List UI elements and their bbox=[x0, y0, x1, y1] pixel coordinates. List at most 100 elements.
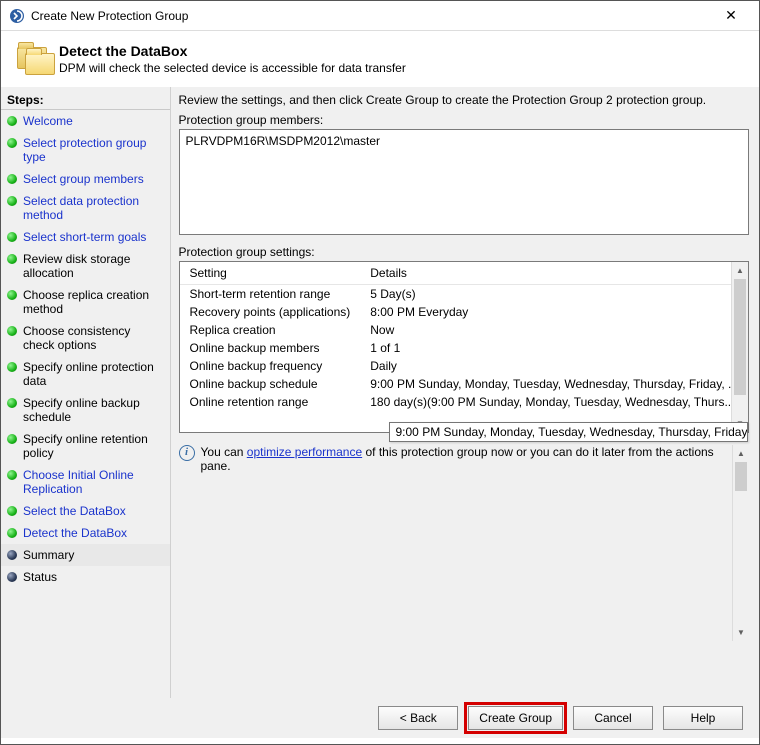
optimize-performance-link[interactable]: optimize performance bbox=[247, 445, 362, 459]
step-item: Status bbox=[1, 566, 170, 588]
steps-heading: Steps: bbox=[1, 91, 170, 110]
scroll-thumb[interactable] bbox=[735, 462, 747, 491]
setting-detail: 180 day(s)(9:00 PM Sunday, Monday, Tuesd… bbox=[360, 393, 748, 411]
step-item[interactable]: Detect the DataBox bbox=[1, 522, 170, 544]
header-subtitle: DPM will check the selected device is ac… bbox=[59, 61, 406, 75]
wizard-header: Detect the DataBox DPM will check the se… bbox=[1, 31, 759, 87]
step-bullet-icon bbox=[7, 326, 17, 336]
back-button[interactable]: < Back bbox=[378, 706, 458, 730]
step-item[interactable]: Select short-term goals bbox=[1, 226, 170, 248]
step-label[interactable]: Welcome bbox=[23, 114, 73, 128]
members-item[interactable]: PLRVDPM16R\MSDPM2012\master bbox=[186, 134, 743, 148]
step-label: Specify online retention policy bbox=[23, 432, 164, 460]
main-area: Steps: Welcome Select protection group ty… bbox=[1, 87, 759, 698]
step-item[interactable]: Select group members bbox=[1, 168, 170, 190]
setting-name: Online backup frequency bbox=[180, 357, 361, 375]
table-row[interactable]: Online backup schedule9:00 PM Sunday, Mo… bbox=[180, 375, 749, 393]
create-group-button[interactable]: Create Group bbox=[468, 706, 563, 730]
setting-detail: Daily bbox=[360, 357, 748, 375]
step-item: Specify online retention policy bbox=[1, 428, 170, 464]
step-bullet-icon bbox=[7, 470, 17, 480]
step-item[interactable]: Select the DataBox bbox=[1, 500, 170, 522]
step-label: Specify online backup schedule bbox=[23, 396, 164, 424]
step-bullet-icon bbox=[7, 434, 17, 444]
page-scrollbar[interactable]: ▲ ▼ bbox=[732, 445, 749, 641]
info-prefix: You can bbox=[201, 445, 247, 459]
step-bullet-icon bbox=[7, 362, 17, 372]
step-bullet-icon bbox=[7, 550, 17, 560]
setting-name: Recovery points (applications) bbox=[180, 303, 361, 321]
footer-buttons: < Back Create Group Cancel Help bbox=[1, 698, 759, 738]
setting-name: Online retention range bbox=[180, 393, 361, 411]
step-bullet-icon bbox=[7, 572, 17, 582]
setting-detail: 9:00 PM Sunday, Monday, Tuesday, Wednesd… bbox=[360, 375, 748, 393]
step-label[interactable]: Detect the DataBox bbox=[23, 526, 127, 540]
step-label[interactable]: Select group members bbox=[23, 172, 144, 186]
setting-name: Online backup schedule bbox=[180, 375, 361, 393]
step-bullet-icon bbox=[7, 254, 17, 264]
scroll-track[interactable] bbox=[733, 462, 749, 624]
folder-icon bbox=[17, 41, 53, 77]
members-label: Protection group members: bbox=[179, 113, 750, 127]
setting-detail: 8:00 PM Everyday bbox=[360, 303, 748, 321]
step-item: Specify online backup schedule bbox=[1, 392, 170, 428]
step-item[interactable]: Choose Initial Online Replication bbox=[1, 464, 170, 500]
step-label: Review disk storage allocation bbox=[23, 252, 164, 280]
review-text: Review the settings, and then click Crea… bbox=[179, 93, 750, 107]
settings-col-details[interactable]: Details bbox=[360, 262, 748, 285]
step-bullet-icon bbox=[7, 116, 17, 126]
table-row[interactable]: Short-term retention range5 Day(s) bbox=[180, 285, 749, 304]
close-button[interactable]: ✕ bbox=[711, 2, 751, 30]
info-text: You can optimize performance of this pro… bbox=[201, 445, 727, 473]
step-label: Status bbox=[23, 570, 57, 584]
step-label[interactable]: Select short-term goals bbox=[23, 230, 146, 244]
settings-col-setting[interactable]: Setting bbox=[180, 262, 361, 285]
cancel-button[interactable]: Cancel bbox=[573, 706, 653, 730]
table-row[interactable]: Replica creationNow bbox=[180, 321, 749, 339]
step-item[interactable]: Select protection group type bbox=[1, 132, 170, 168]
step-item: Specify online protection data bbox=[1, 356, 170, 392]
table-row[interactable]: Online retention range180 day(s)(9:00 PM… bbox=[180, 393, 749, 411]
step-bullet-icon bbox=[7, 232, 17, 242]
setting-detail: Now bbox=[360, 321, 748, 339]
step-label: Specify online protection data bbox=[23, 360, 164, 388]
step-label[interactable]: Select data protection method bbox=[23, 194, 164, 222]
table-row[interactable]: Online backup frequencyDaily bbox=[180, 357, 749, 375]
step-label: Choose consistency check options bbox=[23, 324, 164, 352]
members-listbox[interactable]: PLRVDPM16R\MSDPM2012\master bbox=[179, 129, 750, 235]
app-icon bbox=[9, 8, 25, 24]
window-title: Create New Protection Group bbox=[31, 9, 711, 23]
settings-scrollbar[interactable]: ▲ ▼ bbox=[731, 262, 748, 432]
step-item[interactable]: Welcome bbox=[1, 110, 170, 132]
header-title: Detect the DataBox bbox=[59, 43, 406, 59]
settings-listview[interactable]: Setting Details Short-term retention ran… bbox=[179, 261, 750, 433]
setting-name: Replica creation bbox=[180, 321, 361, 339]
scroll-track[interactable] bbox=[732, 279, 748, 415]
step-bullet-icon bbox=[7, 398, 17, 408]
setting-name: Online backup members bbox=[180, 339, 361, 357]
scroll-up-button[interactable]: ▲ bbox=[732, 262, 748, 279]
step-label: Summary bbox=[23, 548, 74, 562]
scroll-up-button[interactable]: ▲ bbox=[733, 445, 749, 462]
scroll-down-button[interactable]: ▼ bbox=[733, 624, 749, 641]
help-button[interactable]: Help bbox=[663, 706, 743, 730]
step-label: Choose replica creation method bbox=[23, 288, 164, 316]
step-label[interactable]: Select protection group type bbox=[23, 136, 164, 164]
title-bar: Create New Protection Group ✕ bbox=[1, 1, 759, 31]
setting-detail: 5 Day(s) bbox=[360, 285, 748, 304]
step-label[interactable]: Choose Initial Online Replication bbox=[23, 468, 164, 496]
step-bullet-icon bbox=[7, 196, 17, 206]
step-item: Review disk storage allocation bbox=[1, 248, 170, 284]
step-item[interactable]: Select data protection method bbox=[1, 190, 170, 226]
settings-label: Protection group settings: bbox=[179, 245, 750, 259]
scroll-thumb[interactable] bbox=[734, 279, 746, 395]
step-bullet-icon bbox=[7, 290, 17, 300]
steps-sidebar: Steps: Welcome Select protection group ty… bbox=[1, 87, 171, 698]
table-row[interactable]: Recovery points (applications)8:00 PM Ev… bbox=[180, 303, 749, 321]
table-row[interactable]: Online backup members1 of 1 bbox=[180, 339, 749, 357]
step-label[interactable]: Select the DataBox bbox=[23, 504, 126, 518]
step-item: Summary bbox=[1, 544, 170, 566]
step-bullet-icon bbox=[7, 174, 17, 184]
step-item: Choose replica creation method bbox=[1, 284, 170, 320]
lower-area: i You can optimize performance of this p… bbox=[179, 445, 750, 641]
